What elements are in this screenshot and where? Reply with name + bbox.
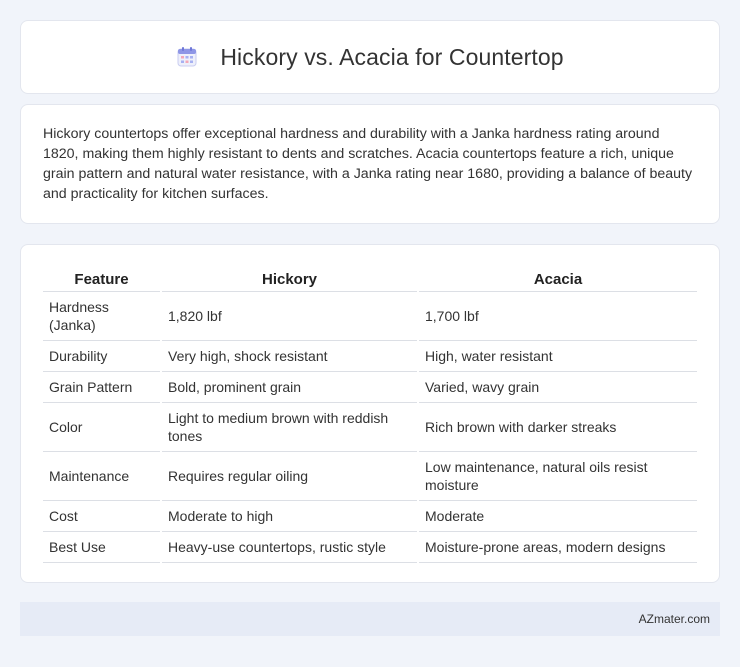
row-acacia-cell: Varied, wavy grain (419, 372, 697, 403)
table-row: Maintenance Requires regular oiling Low … (43, 452, 697, 501)
row-hickory-cell: Light to medium brown with reddish tones (162, 403, 417, 452)
row-feature-cell: Maintenance (43, 452, 160, 501)
header-feature: Feature (43, 265, 160, 292)
row-hickory-cell: Very high, shock resistant (162, 341, 417, 372)
comparison-table: Feature Hickory Acacia Hardness (Janka) … (41, 265, 699, 563)
row-feature-cell: Grain Pattern (43, 372, 160, 403)
row-hickory-cell: Moderate to high (162, 501, 417, 532)
row-hickory-cell: 1,820 lbf (162, 292, 417, 341)
header-hickory: Hickory (162, 265, 417, 292)
comparison-table-card: Feature Hickory Acacia Hardness (Janka) … (20, 244, 720, 583)
footer: AZmater.com (20, 602, 720, 636)
table-row: Grain Pattern Bold, prominent grain Vari… (43, 372, 697, 403)
row-acacia-cell: 1,700 lbf (419, 292, 697, 341)
row-hickory-cell: Heavy-use countertops, rustic style (162, 532, 417, 563)
row-hickory-cell: Requires regular oiling (162, 452, 417, 501)
title-card: Hickory vs. Acacia for Countertop (20, 20, 720, 94)
row-feature-cell: Cost (43, 501, 160, 532)
row-hickory-cell: Bold, prominent grain (162, 372, 417, 403)
row-acacia-cell: Rich brown with darker streaks (419, 403, 697, 452)
table-row: Durability Very high, shock resistant Hi… (43, 341, 697, 372)
summary-text: Hickory countertops offer exceptional ha… (43, 126, 693, 202)
page-title: Hickory vs. Acacia for Countertop (220, 43, 564, 70)
summary-card: Hickory countertops offer exceptional ha… (20, 104, 720, 224)
row-feature-cell: Durability (43, 341, 160, 372)
table-row: Cost Moderate to high Moderate (43, 501, 697, 532)
footer-site-link[interactable]: AZmater.com (639, 612, 710, 626)
table-header-row: Feature Hickory Acacia (43, 265, 697, 292)
row-feature-cell: Color (43, 403, 160, 452)
row-acacia-cell: Moisture-prone areas, modern designs (419, 532, 697, 563)
row-feature-cell: Hardness (Janka) (43, 292, 160, 341)
row-feature-cell: Best Use (43, 532, 160, 563)
table-row: Best Use Heavy-use countertops, rustic s… (43, 532, 697, 563)
row-acacia-cell: Low maintenance, natural oils resist moi… (419, 452, 697, 501)
table-row: Color Light to medium brown with reddish… (43, 403, 697, 452)
calendar-icon (176, 46, 198, 68)
row-acacia-cell: High, water resistant (419, 341, 697, 372)
table-row: Hardness (Janka) 1,820 lbf 1,700 lbf (43, 292, 697, 341)
row-acacia-cell: Moderate (419, 501, 697, 532)
header-acacia: Acacia (419, 265, 697, 292)
